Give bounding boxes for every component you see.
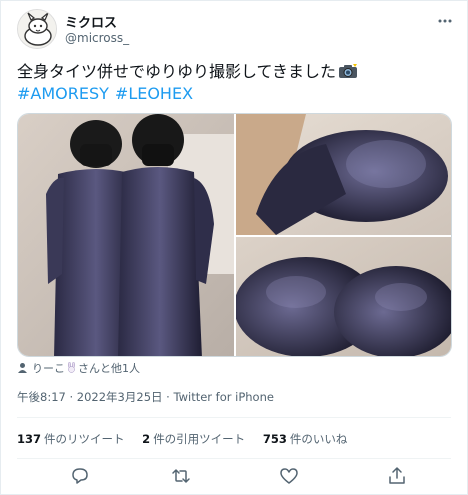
photo-3[interactable]: [236, 237, 451, 356]
tweet-timestamp[interactable]: 午後8:17 · 2022年3月25日 · Twitter for iPhone: [17, 389, 274, 405]
rabbit-icon: [68, 362, 75, 373]
hashtag-link[interactable]: #AMORESY: [17, 84, 109, 103]
tweet-text: 全身タイツ併せでゆりゆり撮影してきました: [17, 61, 457, 83]
share-icon: [389, 467, 405, 484]
tweet-header: ミクロス @micross_: [17, 9, 455, 49]
retweet-icon: [172, 469, 190, 483]
quotes-count: 2: [142, 432, 151, 446]
retweets-stat[interactable]: 137 件のリツイート: [17, 432, 125, 446]
camera-flash-icon: [338, 63, 358, 79]
photo-1[interactable]: [18, 114, 234, 356]
tagged-suffix: さんと他1人: [78, 362, 140, 375]
hashtags: #AMORESY #LEOHEX: [17, 83, 199, 105]
retweets-count: 137: [17, 432, 42, 446]
more-options-icon[interactable]: [435, 13, 455, 29]
tweet-actions: [17, 465, 451, 487]
quotes-label: 件の引用ツイート: [153, 432, 246, 446]
tagged-users[interactable]: りーこ さんと他1人: [17, 361, 140, 377]
photo-2[interactable]: [236, 114, 451, 235]
tweet-card: ミクロス @micross_ 全身タイツ併せでゆりゆり撮影してきました #AMO…: [0, 0, 468, 495]
likes-count: 753: [262, 432, 287, 446]
media-grid: [17, 113, 452, 357]
tweet-stats: 137 件のリツイート 2 件の引用ツイート 753 件のいいね: [17, 431, 361, 447]
retweet-button[interactable]: [170, 465, 192, 487]
tagged-user-name: りーこ: [32, 362, 65, 375]
avatar[interactable]: [17, 9, 57, 49]
retweets-label: 件のリツイート: [44, 432, 125, 446]
likes-stat[interactable]: 753 件のいいね: [263, 432, 348, 446]
likes-label: 件のいいね: [289, 432, 348, 446]
person-icon: [18, 363, 27, 373]
tweet-text-body: 全身タイツ併せでゆりゆり撮影してきました: [17, 62, 337, 81]
reply-button[interactable]: [69, 465, 91, 487]
share-button[interactable]: [386, 465, 408, 487]
quotes-stat[interactable]: 2 件の引用ツイート: [142, 432, 245, 446]
hashtag-link[interactable]: #LEOHEX: [115, 84, 193, 103]
divider: [17, 417, 451, 418]
cartoon-avatar-icon: [18, 10, 56, 48]
divider: [17, 458, 451, 459]
heart-icon: [280, 468, 298, 484]
display-name[interactable]: ミクロス: [65, 12, 117, 31]
like-button[interactable]: [278, 465, 300, 487]
user-handle[interactable]: @micross_: [65, 31, 129, 45]
reply-icon: [72, 468, 88, 484]
